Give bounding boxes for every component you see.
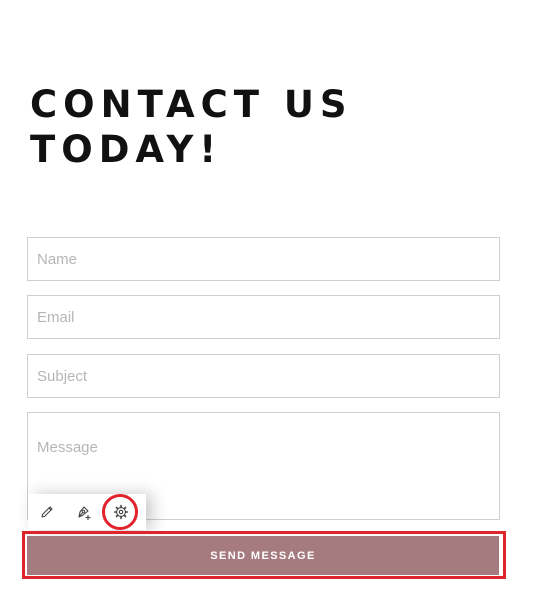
title-line-2: TODAY! — [30, 128, 223, 171]
edit-button[interactable] — [28, 494, 65, 530]
email-field[interactable] — [27, 295, 500, 339]
pencil-icon — [40, 506, 53, 518]
send-message-button[interactable]: SEND MESSAGE — [27, 536, 499, 575]
title-line-1: CONTACT US — [30, 83, 353, 126]
gear-icon — [113, 504, 128, 520]
name-field[interactable] — [27, 237, 500, 281]
subject-field[interactable] — [27, 354, 500, 398]
design-button[interactable] — [65, 494, 102, 530]
settings-button[interactable] — [102, 494, 139, 530]
page-title: CONTACT US TODAY! — [30, 82, 353, 172]
field-edit-toolbar — [28, 494, 146, 530]
pen-plus-icon — [77, 506, 90, 520]
